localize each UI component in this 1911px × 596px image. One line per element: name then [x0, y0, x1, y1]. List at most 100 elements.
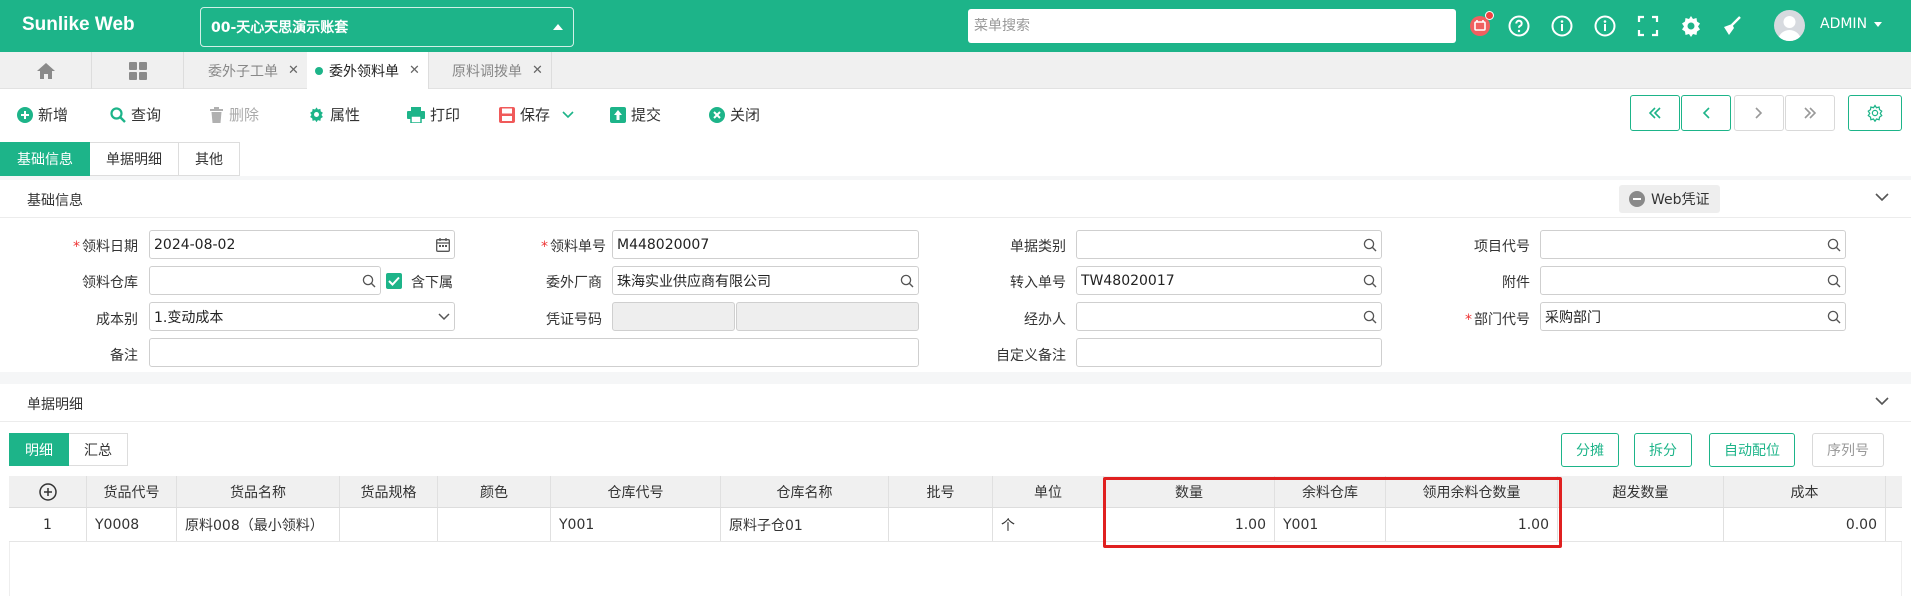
home-tab[interactable]: [0, 52, 92, 89]
search-icon[interactable]: [1363, 238, 1377, 252]
prev-record-button[interactable]: [1681, 95, 1731, 131]
col-header[interactable]: 数量: [1104, 476, 1275, 507]
fullscreen-icon[interactable]: [1636, 14, 1660, 38]
close-icon[interactable]: ✕: [532, 63, 543, 78]
cost-type-select[interactable]: 1.变动成本: [149, 302, 455, 331]
last-record-button[interactable]: [1785, 95, 1835, 131]
col-header[interactable]: 仓库名称: [721, 476, 889, 507]
tab-outsource-sub-order[interactable]: 委外子工单 ✕: [184, 52, 308, 89]
cell-item-spec[interactable]: [340, 508, 438, 541]
app-grid-tab[interactable]: [92, 52, 184, 89]
serial-no-button[interactable]: 序列号: [1812, 433, 1884, 467]
col-header[interactable]: 余料仓库: [1275, 476, 1386, 507]
chevron-down-icon[interactable]: [1875, 193, 1889, 202]
attachment-field[interactable]: [1540, 266, 1846, 295]
custom-remark-field[interactable]: [1076, 338, 1382, 367]
settings-button[interactable]: [1848, 95, 1902, 131]
add-row-button[interactable]: [9, 476, 87, 507]
search-icon[interactable]: [1827, 238, 1841, 252]
cell-color[interactable]: [438, 508, 551, 541]
avatar[interactable]: [1774, 10, 1805, 41]
query-button[interactable]: 查询: [110, 104, 161, 125]
col-header[interactable]: 仓库代号: [551, 476, 721, 507]
cell-qty[interactable]: 1.00: [1104, 508, 1275, 541]
next-record-button[interactable]: [1734, 95, 1784, 131]
doc-no-field[interactable]: M448020007: [612, 230, 919, 259]
close-icon[interactable]: ✕: [288, 63, 299, 78]
notification-icon[interactable]: [1468, 11, 1494, 38]
chevron-down-icon[interactable]: [562, 110, 574, 119]
col-header[interactable]: 货品代号: [87, 476, 177, 507]
col-header[interactable]: 货品名称: [177, 476, 340, 507]
chevron-down-icon[interactable]: [438, 312, 450, 321]
properties-button[interactable]: 属性: [308, 104, 360, 125]
menu-search-input[interactable]: [974, 18, 1450, 34]
table-row[interactable]: 1 Y0008 原料008（最小领料） Y001 原料子仓01 个 1.00 Y…: [9, 508, 1902, 542]
col-header[interactable]: 单位: [993, 476, 1104, 507]
close-icon[interactable]: ✕: [409, 63, 420, 78]
include-sub-checkbox[interactable]: [386, 273, 402, 289]
cell-batch[interactable]: [889, 508, 993, 541]
dept-field[interactable]: 采购部门: [1540, 302, 1846, 331]
vendor-field[interactable]: 珠海实业供应商有限公司: [612, 266, 919, 295]
cell-wh-code[interactable]: Y001: [551, 508, 721, 541]
date-field[interactable]: 2024-08-02: [149, 230, 455, 259]
search-icon[interactable]: [362, 274, 376, 288]
include-sub-label[interactable]: 含下属: [411, 272, 453, 292]
col-header[interactable]: 超发数量: [1558, 476, 1724, 507]
account-select[interactable]: 00-天心天思演示账套: [200, 7, 574, 47]
cell-wh-name[interactable]: 原料子仓01: [721, 508, 889, 541]
tab-detail[interactable]: 明细: [9, 433, 69, 466]
tab-outsource-picking[interactable]: 委外领料单 ✕: [307, 52, 429, 89]
col-header[interactable]: 颜色: [438, 476, 551, 507]
cell-item-code[interactable]: Y0008: [87, 508, 177, 541]
col-header[interactable]: 领用余料仓数量: [1386, 476, 1558, 507]
info-icon[interactable]: [1550, 14, 1574, 38]
search-icon[interactable]: [1363, 274, 1377, 288]
search-icon[interactable]: [1363, 310, 1377, 324]
tab-summary[interactable]: 汇总: [69, 433, 128, 466]
close-button[interactable]: 关闭: [709, 104, 760, 125]
doc-type-field[interactable]: [1076, 230, 1382, 259]
menu-search[interactable]: [968, 9, 1456, 43]
tab-other[interactable]: 其他: [179, 142, 240, 176]
caret-down-icon[interactable]: [1874, 22, 1882, 27]
chevron-down-icon[interactable]: [1875, 397, 1889, 406]
col-header[interactable]: 批号: [889, 476, 993, 507]
transfer-no-field[interactable]: TW48020017: [1076, 266, 1382, 295]
col-header[interactable]: 货品规格: [340, 476, 438, 507]
save-button[interactable]: 保存: [499, 104, 579, 125]
tab-basic-info[interactable]: 基础信息: [0, 142, 90, 176]
cell-cost[interactable]: 0.00: [1724, 508, 1886, 541]
project-field[interactable]: [1540, 230, 1846, 259]
delete-button[interactable]: 删除: [209, 104, 259, 125]
calendar-icon[interactable]: [436, 237, 450, 252]
details-header[interactable]: 单据明细: [0, 384, 1911, 422]
handler-field[interactable]: [1076, 302, 1382, 331]
submit-button[interactable]: 提交: [610, 104, 661, 125]
basic-info-header[interactable]: 基础信息 Web凭证: [0, 180, 1911, 218]
web-voucher-button[interactable]: Web凭证: [1619, 185, 1720, 213]
help-icon[interactable]: [1507, 14, 1531, 38]
add-button[interactable]: 新增: [17, 104, 68, 125]
allocate-button[interactable]: 分摊: [1561, 433, 1619, 467]
cell-unit[interactable]: 个: [993, 508, 1104, 541]
first-record-button[interactable]: [1630, 95, 1680, 131]
warehouse-field[interactable]: [149, 266, 381, 295]
cell-remnant-wh[interactable]: Y001: [1275, 508, 1386, 541]
about-icon[interactable]: [1593, 14, 1617, 38]
gear-icon[interactable]: [1679, 14, 1703, 38]
remark-field[interactable]: [149, 338, 919, 367]
auto-locate-button[interactable]: 自动配位: [1709, 433, 1795, 467]
search-icon[interactable]: [900, 274, 914, 288]
cell-over-qty[interactable]: [1558, 508, 1724, 541]
cell-item-name[interactable]: 原料008（最小领料）: [177, 508, 340, 541]
user-name[interactable]: ADMIN: [1820, 16, 1867, 32]
tab-material-transfer[interactable]: 原料调拨单 ✕: [428, 52, 552, 89]
tab-document-details[interactable]: 单据明细: [90, 142, 179, 176]
broom-icon[interactable]: [1720, 14, 1744, 38]
cell-remnant-qty[interactable]: 1.00: [1386, 508, 1558, 541]
col-header[interactable]: 成本: [1724, 476, 1886, 507]
search-icon[interactable]: [1827, 274, 1841, 288]
print-button[interactable]: 打印: [407, 104, 460, 125]
